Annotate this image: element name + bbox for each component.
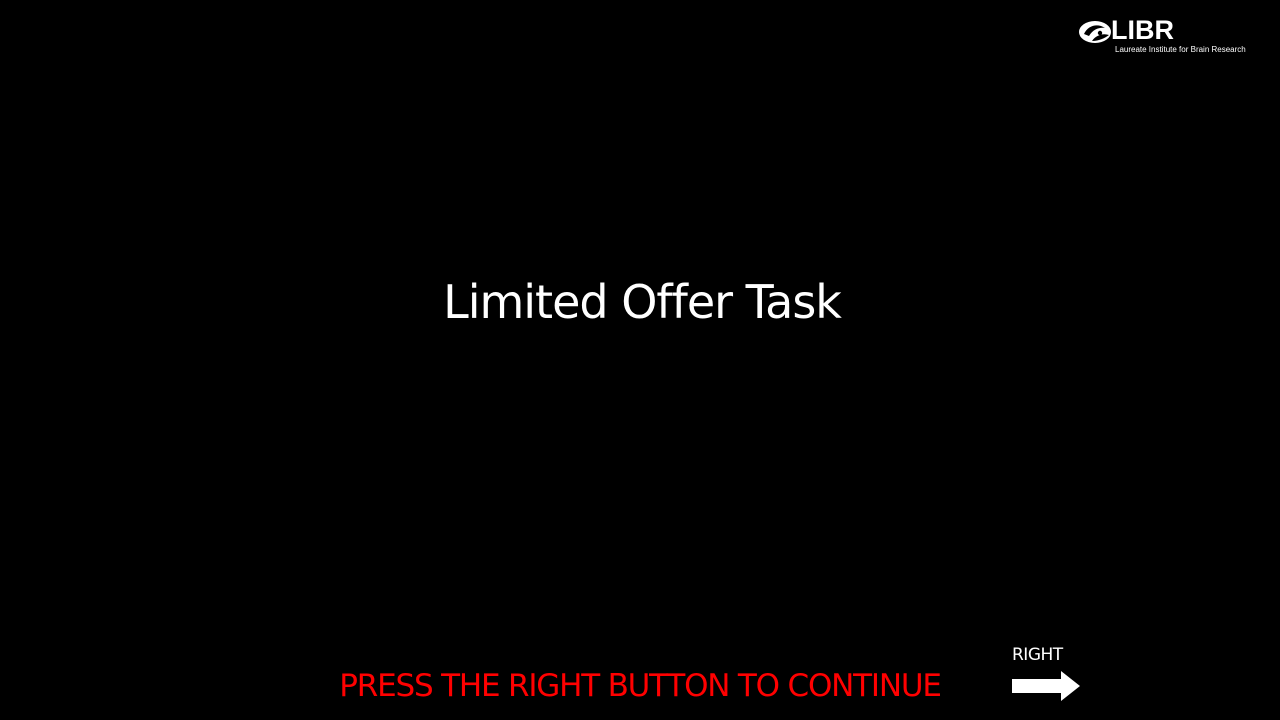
right-key-label: RIGHT — [1012, 645, 1063, 665]
task-title: Limited Offer Task — [443, 275, 842, 329]
brain-swirl-icon — [1079, 21, 1111, 43]
task-screen: LIBR Laureate Institute for Brain Resear… — [0, 0, 1280, 720]
arrow-right-icon — [1012, 671, 1080, 701]
continue-instruction: PRESS THE RIGHT BUTTON TO CONTINUE — [339, 668, 942, 704]
logo-name: LIBR — [1111, 15, 1174, 45]
libr-logo: LIBR Laureate Institute for Brain Resear… — [1078, 15, 1268, 58]
logo-subtitle: Laureate Institute for Brain Research — [1115, 45, 1246, 54]
